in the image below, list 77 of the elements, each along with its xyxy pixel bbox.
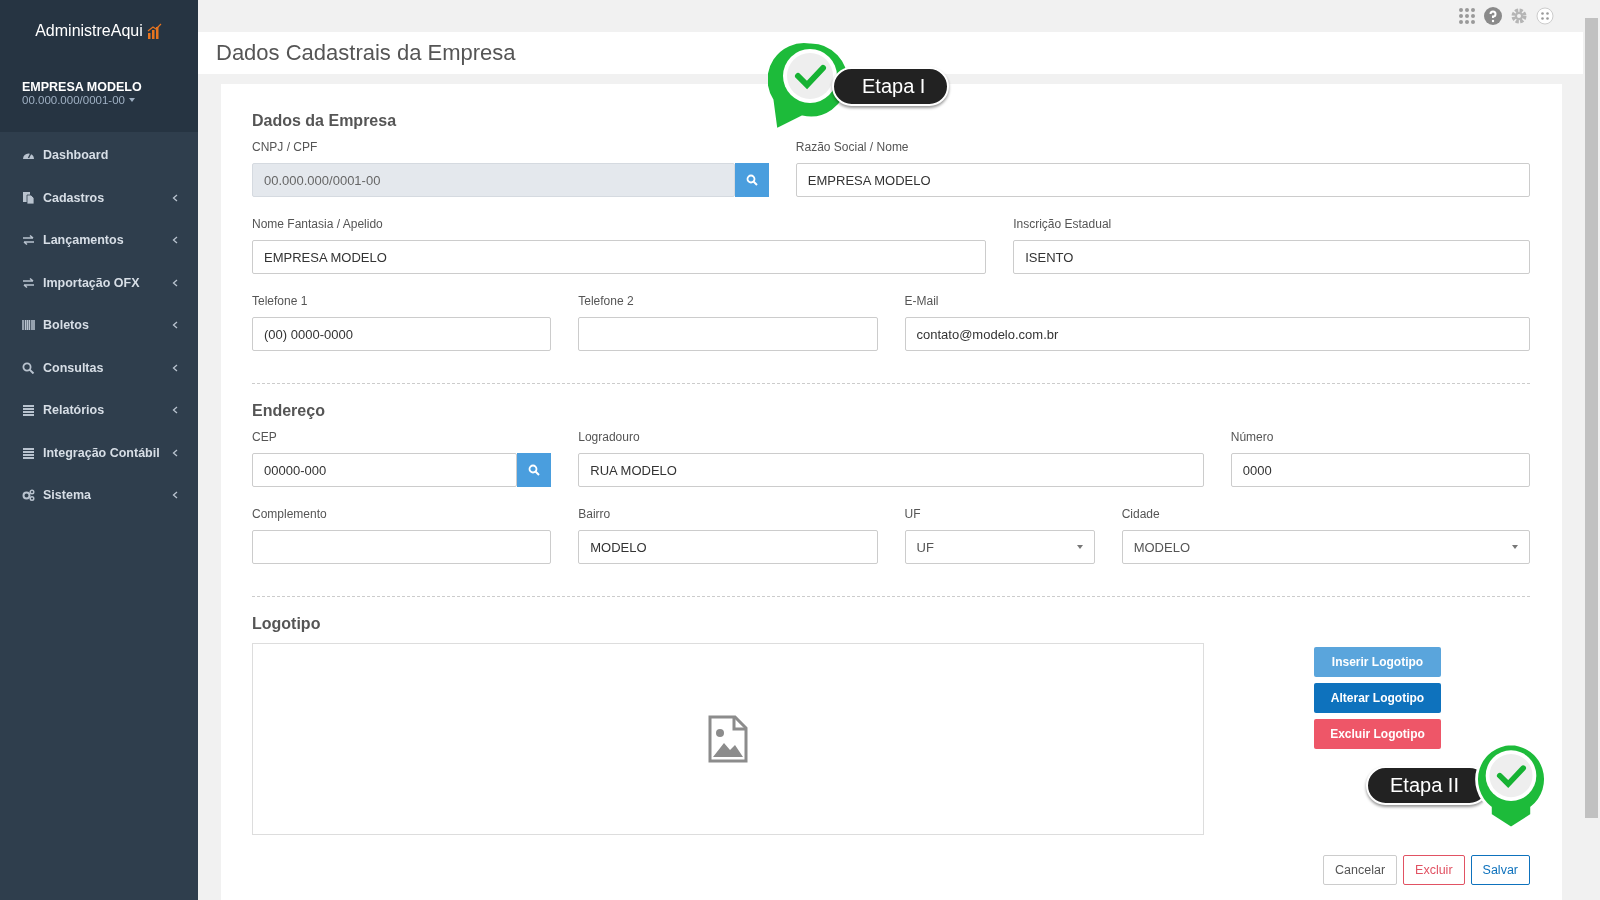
chevron-icon xyxy=(172,491,178,500)
help-icon[interactable] xyxy=(1484,7,1502,25)
search-button[interactable] xyxy=(734,163,769,197)
field-label: Logradouro xyxy=(578,430,641,444)
sidebar-item[interactable]: Importação OFX xyxy=(0,261,198,304)
barcode-icon xyxy=(22,319,35,332)
files-icon xyxy=(22,191,35,204)
settings-icon[interactable] xyxy=(1510,7,1528,25)
list-icon xyxy=(22,446,35,459)
input-field[interactable]: 0000 xyxy=(1230,453,1530,487)
save-button[interactable]: Salvar xyxy=(1470,855,1530,885)
company-document[interactable]: 00.000.000/0001-00 xyxy=(22,94,125,106)
section-title: Logotipo xyxy=(252,615,322,633)
input-field[interactable] xyxy=(578,317,878,351)
input-field[interactable] xyxy=(252,530,552,564)
search-button[interactable] xyxy=(517,453,552,487)
apps-grid-icon[interactable] xyxy=(1458,7,1476,25)
input-field[interactable]: MODELO xyxy=(578,530,878,564)
caret-icon xyxy=(1512,545,1518,549)
page-title: Dados Cadastrais da Empresa xyxy=(216,40,516,66)
sidebar-item[interactable]: Cadastros xyxy=(0,176,198,219)
image-file-icon xyxy=(707,715,749,763)
sidebar-item[interactable]: Lançamentos xyxy=(0,219,198,262)
sidebar-item[interactable]: Boletos xyxy=(0,304,198,347)
delete-button[interactable]: Excluir xyxy=(1403,855,1465,885)
input-field[interactable]: RUA MODELO xyxy=(578,453,1204,487)
chevron-icon xyxy=(172,448,178,457)
search-input-field[interactable]: 00000-000 xyxy=(252,453,518,487)
field-label: Número xyxy=(1230,430,1275,444)
input-field[interactable]: EMPRESA MODELO xyxy=(252,240,987,274)
logo-button[interactable]: Alterar Logotipo xyxy=(1314,683,1441,713)
field-label: Cidade xyxy=(1121,507,1161,521)
field-label: Telefone 2 xyxy=(578,294,635,308)
field-label: UF xyxy=(904,507,922,521)
input-field[interactable]: EMPRESA MODELO xyxy=(795,163,1530,197)
field-label: Telefone 1 xyxy=(252,294,309,308)
company-name: EMPRESA MODELO xyxy=(22,80,143,94)
field-label: CEP xyxy=(252,430,278,444)
input-field[interactable]: ISENTO xyxy=(1013,240,1530,274)
exchange-icon xyxy=(22,234,35,247)
chevron-icon xyxy=(172,236,178,245)
field-label: CNPJ / CPF xyxy=(252,140,319,154)
sidebar-item[interactable]: Integração Contábil xyxy=(0,431,198,474)
gears-icon xyxy=(22,489,35,502)
step-callout: Etapa I xyxy=(768,38,950,134)
input-field[interactable]: contato@modelo.com.br xyxy=(904,317,1530,351)
search-icon xyxy=(22,361,35,374)
list-icon xyxy=(22,404,35,417)
sidebar-item[interactable]: Consultas xyxy=(0,346,198,389)
field-label: Inscrição Estadual xyxy=(1013,217,1113,231)
section-title: Endereço xyxy=(252,402,326,420)
field-label: Complemento xyxy=(252,507,328,521)
chevron-icon xyxy=(172,193,178,202)
chevron-icon xyxy=(172,321,178,330)
field-label: Nome Fantasia / Apelido xyxy=(252,217,384,231)
sidebar-item[interactable]: Dashboard xyxy=(0,134,198,177)
chevron-icon xyxy=(172,406,178,415)
chart-bars-icon xyxy=(146,23,163,39)
select-field[interactable]: MODELO xyxy=(1121,530,1530,564)
sidebar-item[interactable]: Relatórios xyxy=(0,389,198,432)
sidebar-item[interactable]: Sistema xyxy=(0,474,198,517)
field-label: E-Mail xyxy=(904,294,940,308)
field-label: Bairro xyxy=(578,507,612,521)
chevron-icon xyxy=(172,278,178,287)
chevron-icon xyxy=(172,363,178,372)
grid-circle-icon[interactable] xyxy=(1536,7,1554,25)
field-label: Razão Social / Nome xyxy=(795,140,910,154)
search-icon xyxy=(745,174,758,186)
brand-logo-text: AdministreAqui xyxy=(35,22,143,40)
input-field[interactable]: (00) 0000-0000 xyxy=(252,317,552,351)
select-field[interactable]: UF xyxy=(904,530,1095,564)
cancel-button[interactable]: Cancelar xyxy=(1323,855,1398,885)
exchange-icon xyxy=(22,276,35,289)
caret-icon[interactable] xyxy=(128,98,135,102)
search-icon xyxy=(528,464,541,476)
caret-icon xyxy=(1076,545,1083,549)
section-title: Dados da Empresa xyxy=(252,112,398,130)
